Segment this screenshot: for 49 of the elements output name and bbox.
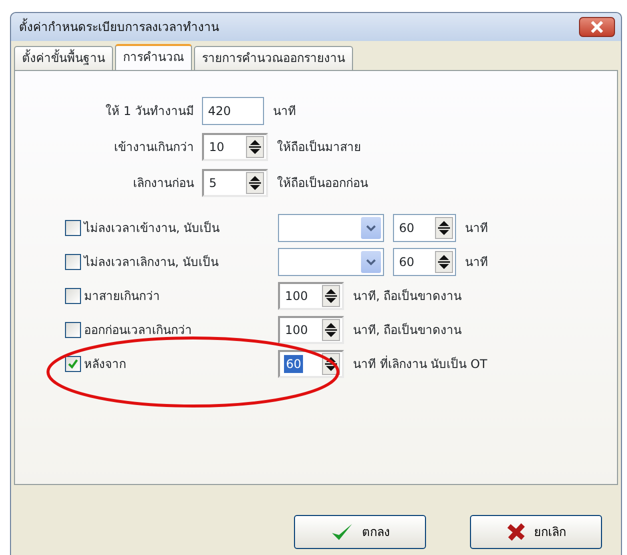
field-label: เลิกงานก่อน: [132, 175, 195, 192]
checkbox[interactable]: [65, 220, 81, 236]
number-field[interactable]: 60: [278, 350, 344, 378]
checkbox-label: มาสายเกินกว่า: [84, 288, 160, 305]
spin-button[interactable]: [435, 251, 453, 273]
tab[interactable]: การคำนวณ: [115, 44, 192, 70]
check-icon: [330, 522, 354, 542]
checkbox-label: หลังจาก: [84, 356, 126, 373]
checkbox-label: ไม่ลงเวลาเลิกงาน, นับเป็น: [84, 254, 219, 271]
ok-button[interactable]: ตกลง: [294, 515, 426, 549]
number-field[interactable]: 10: [202, 133, 268, 161]
close-icon: [590, 21, 604, 33]
spin-button[interactable]: [322, 319, 340, 341]
spin-button[interactable]: [435, 217, 453, 239]
unit-label: นาที: [465, 254, 488, 271]
tab[interactable]: รายการคำนวณออกรายงาน: [194, 46, 353, 70]
dropdown[interactable]: [278, 248, 384, 276]
checkbox[interactable]: [65, 322, 81, 338]
number-field[interactable]: 100: [278, 316, 344, 344]
caret-icon: [366, 258, 376, 266]
cancel-button[interactable]: ยกเลิก: [470, 515, 602, 549]
window-title: ตั้งค่ากำหนดระเบียบการลงเวลาทำงาน: [19, 18, 219, 36]
spin-button[interactable]: [246, 136, 264, 158]
number-field[interactable]: 100: [278, 282, 344, 310]
number-field[interactable]: 60: [393, 248, 456, 276]
checkbox-label: ไม่ลงเวลาเข้างาน, นับเป็น: [84, 220, 220, 237]
unit-label: นาที, ถือเป็นขาดงาน: [353, 288, 462, 305]
unit-label: นาที: [465, 220, 488, 237]
number-field[interactable]: 60: [393, 214, 456, 242]
checkbox[interactable]: [65, 356, 81, 372]
close-icon: [506, 522, 526, 542]
unit-label: ให้ถือเป็นออกก่อน: [277, 174, 368, 192]
checkbox-label: ออกก่อนเวลาเกินกว่า: [84, 322, 192, 339]
field-label: ให้ 1 วันทำงานมี: [104, 103, 195, 120]
checkbox[interactable]: [65, 288, 81, 304]
tab[interactable]: ตั้งค่าขั้นพื้นฐาน: [14, 46, 113, 70]
spin-button[interactable]: [322, 285, 340, 307]
number-field[interactable]: 420: [202, 97, 264, 125]
unit-label: นาที: [273, 103, 296, 120]
unit-label: ให้ถือเป็นมาสาย: [277, 138, 361, 156]
caret-icon: [366, 224, 376, 232]
unit-label: นาที, ถือเป็นขาดงาน: [353, 322, 462, 339]
dropdown[interactable]: [278, 214, 384, 242]
field-label: เข้างานเกินกว่า: [113, 139, 195, 156]
number-field[interactable]: 5: [202, 169, 268, 197]
unit-label: นาที ที่เลิกงาน นับเป็น OT: [353, 355, 488, 373]
checkbox[interactable]: [65, 254, 81, 270]
close-button[interactable]: [579, 17, 615, 37]
spin-button[interactable]: [246, 172, 264, 194]
